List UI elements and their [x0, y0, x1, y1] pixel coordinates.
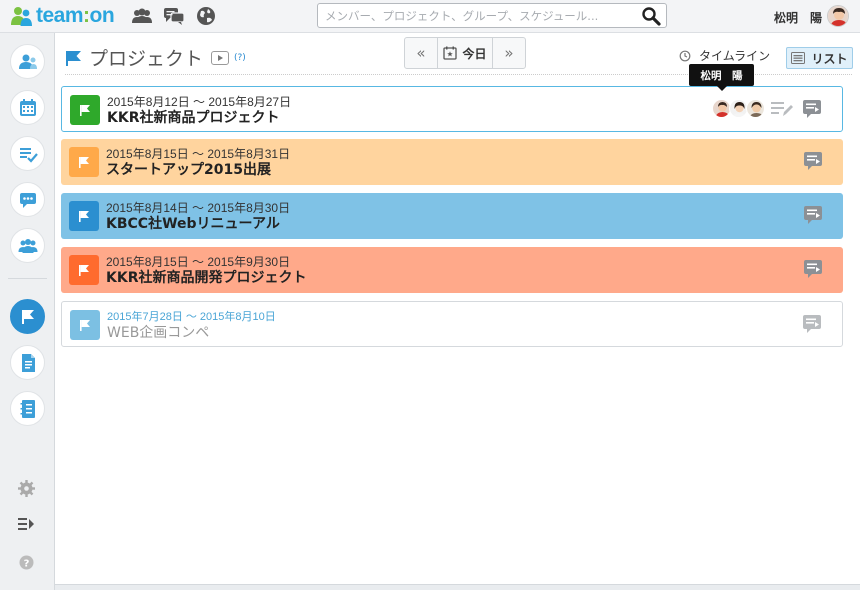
edit-project-icon[interactable] — [770, 99, 794, 119]
person-icon — [18, 54, 37, 69]
sidebar-divider — [8, 278, 47, 279]
project-name: KBCC社Webリニューアル — [106, 216, 280, 232]
sidebar: ? — [0, 33, 55, 590]
member-avatar[interactable] — [746, 99, 765, 118]
sidebar-item-files[interactable] — [10, 345, 45, 380]
group-icon — [18, 238, 37, 253]
app-logo[interactable]: team:on — [10, 4, 115, 28]
user-avatar[interactable] — [827, 5, 849, 27]
messages-icon[interactable] — [163, 6, 185, 26]
list-icon — [791, 52, 806, 64]
username[interactable]: 松明 陽 — [774, 9, 822, 26]
project-name: スタートアップ2015出展 — [106, 162, 271, 178]
search-input[interactable] — [318, 4, 633, 27]
flag-icon — [79, 264, 89, 276]
project-chat-icon[interactable] — [802, 314, 824, 334]
sidebar-item-notes[interactable] — [10, 391, 45, 426]
timeline-label: タイムライン — [699, 49, 771, 63]
document-icon — [21, 353, 35, 372]
search-box — [317, 3, 667, 28]
sidebar-item-groups[interactable] — [10, 228, 45, 263]
project-flag-badge — [69, 201, 99, 231]
project-chat-icon[interactable] — [803, 151, 825, 171]
project-name: KKR社新商品開発プロジェクト — [106, 270, 307, 286]
sidebar-item-members[interactable] — [10, 44, 45, 79]
clock-icon — [679, 50, 691, 61]
sidebar-item-projects[interactable] — [10, 299, 45, 334]
flag-icon — [21, 309, 34, 324]
today-button[interactable]: 今日 — [437, 38, 493, 68]
app-name: team:on — [36, 4, 115, 27]
svg-text:?: ? — [23, 558, 29, 569]
timeline-view-button[interactable]: タイムライン — [679, 47, 770, 64]
next-button[interactable]: » — [493, 38, 525, 68]
project-flag-badge — [69, 255, 99, 285]
member-tooltip: 松明 陽 — [689, 64, 754, 91]
sidebar-item-schedule[interactable] — [10, 90, 45, 125]
project-flag-icon — [66, 50, 81, 66]
top-bar: team:on 松明 陽 — [0, 0, 860, 33]
list-view-button[interactable]: リスト — [786, 47, 853, 69]
settings-gear-icon[interactable] — [17, 479, 35, 497]
project-row-4[interactable]: 2015年8月15日 ～ 2015年9月30日 KKR社新商品開発プロジェクト — [61, 247, 843, 293]
member-avatar-icon — [747, 100, 764, 117]
project-row-3[interactable]: 2015年8月14日 ～ 2015年8月30日 KBCC社Webリニューアル — [61, 193, 843, 239]
project-row-5[interactable]: 2015年7月28日 ～ 2015年8月10日 WEB企画コンペ — [61, 301, 843, 347]
team-logo-icon — [11, 7, 32, 26]
sidebar-item-tasks[interactable] — [10, 136, 45, 171]
globe-icon[interactable] — [195, 6, 217, 26]
project-name: WEB企画コンペ — [107, 325, 210, 341]
sidebar-item-chat[interactable] — [10, 182, 45, 217]
search-icon[interactable] — [641, 6, 661, 26]
flag-icon — [79, 210, 89, 222]
today-calendar-icon — [443, 46, 458, 60]
task-list-icon — [19, 147, 38, 163]
date-navigation: « 今日 » — [404, 37, 526, 69]
flag-icon — [80, 104, 90, 116]
expand-sidebar-icon[interactable] — [17, 515, 35, 533]
page-title: プロジェクト — [89, 48, 204, 70]
project-row-1[interactable]: 2015年8月12日 ～ 2015年8月27日 KKR社新商品プロジェクト — [61, 86, 843, 132]
help-link[interactable]: (?) — [234, 53, 246, 63]
chat-icon — [19, 192, 36, 208]
project-flag-badge — [70, 95, 100, 125]
project-flag-badge — [69, 147, 99, 177]
calendar-icon — [19, 98, 36, 116]
project-chat-icon[interactable] — [803, 205, 825, 225]
help-icon[interactable]: ? — [17, 553, 35, 571]
members-icon[interactable] — [131, 6, 153, 26]
notebook-icon — [20, 399, 35, 418]
today-label: 今日 — [462, 46, 487, 61]
page-header: プロジェクト (?) — [65, 44, 246, 71]
project-row-2[interactable]: 2015年8月15日 ～ 2015年8月31日 スタートアップ2015出展 — [61, 139, 843, 185]
list-label: リスト — [811, 51, 848, 66]
play-video-button[interactable] — [211, 50, 230, 65]
main-panel: プロジェクト (?) « 今日 » タイムライン リスト 松明 陽 2015年8… — [55, 33, 860, 585]
prev-button[interactable]: « — [405, 38, 437, 68]
project-chat-icon[interactable] — [803, 259, 825, 279]
project-members — [712, 99, 765, 118]
flag-icon — [80, 319, 90, 331]
project-name: KKR社新商品プロジェクト — [107, 110, 280, 126]
play-icon — [218, 54, 224, 61]
avatar-image-icon — [828, 6, 848, 26]
flag-icon — [79, 156, 89, 168]
project-chat-icon[interactable] — [802, 99, 824, 119]
project-flag-badge — [70, 310, 100, 340]
